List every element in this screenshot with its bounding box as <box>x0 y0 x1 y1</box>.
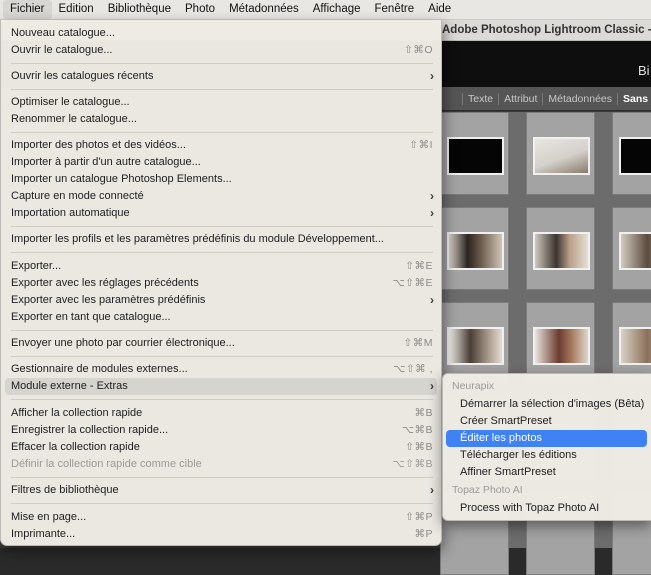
menu-separator <box>11 226 433 227</box>
menu-fichier[interactable]: Fichier <box>3 0 52 19</box>
photo-thumbnail[interactable] <box>533 137 590 175</box>
menu-item-optimize-catalog[interactable]: Optimiser le catalogue... <box>5 94 437 111</box>
shortcut-label: ⌥⌘B <box>401 424 433 436</box>
grid-cell[interactable] <box>526 207 595 290</box>
menu-item-import-photos[interactable]: Importer des photos et des vidéos... ⇧⌘I <box>5 137 437 154</box>
photo-thumbnail[interactable] <box>533 232 590 270</box>
grid-cell[interactable] <box>440 207 509 290</box>
shortcut-label: ⇧⌘E <box>405 260 433 272</box>
filter-none[interactable]: Sans <box>617 92 651 105</box>
shortcut-label: ⇧⌘B <box>405 441 433 453</box>
filter-text[interactable]: Texte <box>462 92 498 105</box>
shortcut-label: ⌥⇧⌘ , <box>393 363 433 375</box>
menu-separator <box>11 63 433 64</box>
chevron-right-icon: › <box>430 206 434 220</box>
menu-item-export-as-catalog[interactable]: Exporter en tant que catalogue... <box>5 309 437 326</box>
shortcut-label: ⌘P <box>414 528 433 540</box>
menu-affichage[interactable]: Affichage <box>306 0 368 19</box>
menu-item-recent-catalogs[interactable]: Ouvrir les catalogues récents › <box>5 68 437 85</box>
shortcut-label: ⇧⌘I <box>409 139 433 151</box>
chevron-right-icon: › <box>430 69 434 83</box>
menu-item-tethered-capture[interactable]: Capture en mode connecté › <box>5 188 437 205</box>
shortcut-label: ⌥⇧⌘E <box>392 277 433 289</box>
menu-item-page-setup[interactable]: Mise en page... ⇧⌘P <box>5 509 437 526</box>
submenu-header-topaz: Topaz Photo AI <box>452 484 523 496</box>
menu-fenetre[interactable]: Fenêtre <box>368 0 422 19</box>
file-menu-dropdown: Nouveau catalogue... Ouvrir le catalogue… <box>0 20 442 546</box>
shortcut-label: ⇧⌘P <box>405 511 433 523</box>
submenu-header-neurapix: Neurapix <box>452 380 495 392</box>
submenu-item-download-edits[interactable]: Télécharger les éditions <box>446 447 647 464</box>
chevron-right-icon: › <box>430 189 434 203</box>
photo-thumbnail[interactable] <box>619 327 651 365</box>
menu-metadonnees[interactable]: Métadonnées <box>222 0 306 19</box>
menu-separator <box>11 477 433 478</box>
menu-item-rename-catalog[interactable]: Renommer le catalogue... <box>5 111 437 128</box>
menu-item-export-preset[interactable]: Exporter avec les paramètres prédéfinis › <box>5 292 437 309</box>
menu-item-import-profiles[interactable]: Importer les profils et les paramètres p… <box>5 231 437 248</box>
filter-metadata[interactable]: Métadonnées <box>542 92 617 105</box>
menu-separator <box>11 252 433 253</box>
menu-separator <box>11 89 433 90</box>
menu-item-plugin-manager[interactable]: Gestionnaire de modules externes... ⌥⇧⌘ , <box>5 361 437 378</box>
menu-item-set-quick-collection-target: Définir la collection rapide comme cible… <box>5 456 437 473</box>
module-name: Bi <box>638 63 650 78</box>
photo-thumbnail[interactable] <box>447 137 504 175</box>
menu-item-import-from-catalog[interactable]: Importer à partir d'un autre catalogue..… <box>5 154 437 171</box>
photo-thumbnail[interactable] <box>619 232 651 270</box>
shortcut-label: ⌥⇧⌘B <box>392 458 433 470</box>
menu-item-export[interactable]: Exporter... ⇧⌘E <box>5 258 437 275</box>
grid-cell[interactable] <box>440 112 509 195</box>
menu-item-export-previous[interactable]: Exporter avec les réglages précédents ⌥⇧⌘… <box>5 275 437 292</box>
window-title: Adobe Photoshop Lightroom Classic - Bibl… <box>442 24 651 36</box>
grid-cell[interactable] <box>612 112 651 195</box>
menu-separator <box>11 132 433 133</box>
menu-item-library-filters[interactable]: Filtres de bibliothèque › <box>5 482 437 499</box>
filter-attribute[interactable]: Attribut <box>498 92 542 105</box>
photo-thumbnail[interactable] <box>619 137 651 175</box>
menu-item-show-quick-collection[interactable]: Afficher la collection rapide ⌘B <box>5 405 437 422</box>
menu-item-new-catalog[interactable]: Nouveau catalogue... <box>5 25 437 42</box>
chevron-right-icon: › <box>430 483 434 497</box>
menu-separator <box>11 503 433 504</box>
menu-item-open-catalog[interactable]: Ouvrir le catalogue... ⇧⌘O <box>5 42 437 59</box>
grid-cell[interactable] <box>526 112 595 195</box>
menu-edition[interactable]: Edition <box>52 0 101 19</box>
grid-cell[interactable] <box>612 207 651 290</box>
submenu-item-topaz-process[interactable]: Process with Topaz Photo AI <box>446 500 647 517</box>
photo-thumbnail[interactable] <box>447 327 504 365</box>
shortcut-label: ⇧⌘O <box>404 44 433 56</box>
menu-separator <box>11 330 433 331</box>
photo-thumbnail[interactable] <box>533 327 590 365</box>
menu-item-printer[interactable]: Imprimante... ⌘P <box>5 526 437 543</box>
menu-item-clear-quick-collection[interactable]: Effacer la collection rapide ⇧⌘B <box>5 439 437 456</box>
menu-item-email-photo[interactable]: Envoyer une photo par courrier électroni… <box>5 335 437 352</box>
plugin-extras-submenu: Neurapix Démarrer la sélection d'images … <box>442 373 651 521</box>
shortcut-label: ⇧⌘M <box>403 337 433 349</box>
menu-aide[interactable]: Aide <box>421 0 458 19</box>
photo-thumbnail[interactable] <box>447 232 504 270</box>
menu-item-plugin-extras[interactable]: Module externe - Extras › <box>5 378 437 395</box>
menu-item-save-quick-collection[interactable]: Enregistrer la collection rapide... ⌥⌘B <box>5 422 437 439</box>
menu-separator <box>11 399 433 400</box>
submenu-item-edit-photos[interactable]: Éditer les photos <box>446 430 647 447</box>
menu-bar: Fichier Edition Bibliothèque Photo Métad… <box>0 0 651 20</box>
submenu-item-start-selection[interactable]: Démarrer la sélection d'images (Bêta) <box>446 396 647 413</box>
submenu-item-create-smartpreset[interactable]: Créer SmartPreset <box>446 413 647 430</box>
menu-item-auto-import[interactable]: Importation automatique › <box>5 205 437 222</box>
menu-separator <box>11 356 433 357</box>
menu-item-import-elements[interactable]: Importer un catalogue Photoshop Elements… <box>5 171 437 188</box>
menu-photo[interactable]: Photo <box>178 0 222 19</box>
menu-bibliotheque[interactable]: Bibliothèque <box>101 0 178 19</box>
submenu-item-refine-smartpreset[interactable]: Affiner SmartPreset <box>446 464 647 481</box>
chevron-right-icon: › <box>430 293 434 307</box>
shortcut-label: ⌘B <box>414 407 433 419</box>
chevron-right-icon: › <box>430 379 434 393</box>
